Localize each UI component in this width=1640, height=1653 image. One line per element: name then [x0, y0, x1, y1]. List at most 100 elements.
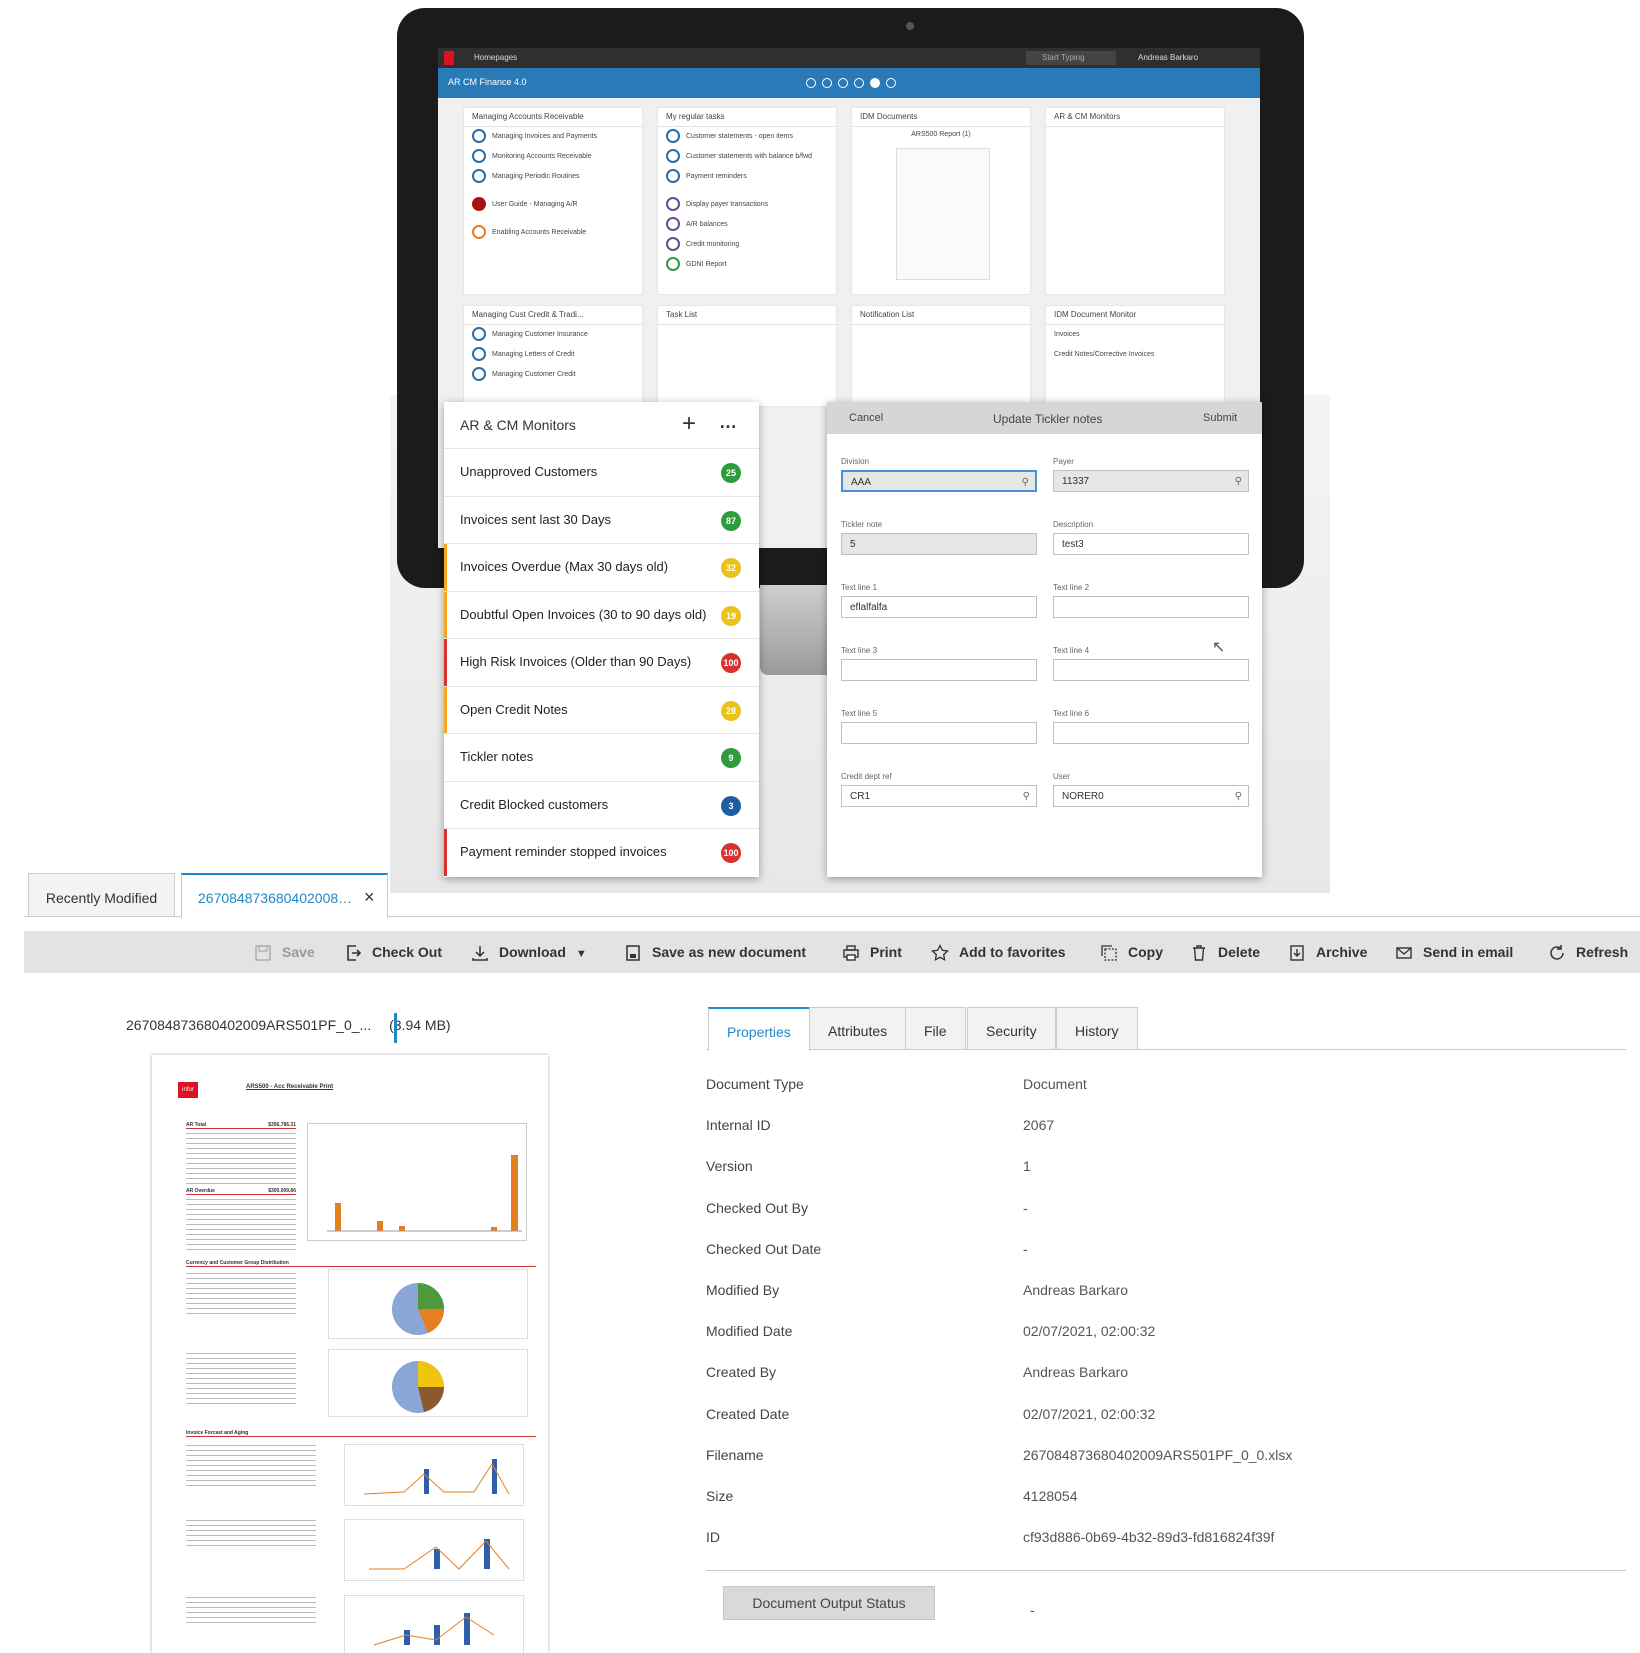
monitor-row[interactable]: High Risk Invoices (Older than 90 Days) 1… [444, 638, 759, 686]
page-dot[interactable] [854, 78, 864, 88]
count-badge: 3 [721, 795, 741, 816]
widget-link[interactable]: User Guide - Managing A/R [464, 195, 642, 215]
page-dot[interactable] [838, 78, 848, 88]
widget-link[interactable]: Customer statements with balance b/fwd [658, 147, 836, 167]
page-dot[interactable] [886, 78, 896, 88]
tab-properties[interactable]: Properties [708, 1007, 810, 1051]
tickler-note-field[interactable]: 5 [841, 533, 1037, 555]
count-badge: 9 [721, 748, 741, 768]
property-key: Checked Out Date [706, 1240, 822, 1257]
check-out-icon [347, 945, 362, 962]
description-field[interactable]: test3 [1053, 533, 1249, 555]
close-icon[interactable]: × [364, 887, 375, 908]
cancel-button[interactable]: Cancel [849, 412, 883, 424]
widget-link[interactable]: Credit Notes/Corrective Invoices [1046, 345, 1224, 365]
text-line-3-label: Text line 3 [841, 646, 878, 655]
monitor-label: Unapproved Customers [460, 464, 598, 479]
archive-button[interactable]: Archive [1288, 931, 1367, 973]
text-line-5-field[interactable] [841, 722, 1037, 744]
widget-link[interactable]: Monitoring Accounts Receivable [464, 147, 642, 167]
user-field[interactable]: NORER0 ⚲ [1053, 785, 1249, 807]
copy-button[interactable]: Copy [1100, 931, 1163, 973]
widget-link[interactable]: Payment reminders [658, 167, 836, 187]
check-out-button[interactable]: Check Out [344, 931, 442, 973]
page-dot[interactable] [806, 78, 816, 88]
tab-security[interactable]: Security [967, 1007, 1056, 1049]
payer-field[interactable]: 11337 ⚲ [1053, 470, 1249, 492]
property-value: 267084873680402009ARS501PF_0_0.xlsx [1023, 1446, 1293, 1463]
widget-link[interactable]: GDNI Report [658, 255, 836, 275]
text-line-1-field[interactable]: eflalfalfa [841, 596, 1037, 618]
status-bar [444, 829, 447, 876]
monitor-row[interactable]: Doubtful Open Invoices (30 to 90 days ol… [444, 590, 759, 639]
text-line-6-field[interactable] [1053, 722, 1249, 744]
widget-notification-list: Notification List [852, 306, 1030, 406]
monitor-row[interactable]: Invoices Overdue (Max 30 days old) 32 [444, 543, 759, 591]
property-key: Document Type [706, 1076, 804, 1092]
property-value: - [1023, 1240, 1028, 1257]
page-dot-active[interactable] [870, 78, 880, 88]
widget-link[interactable]: A/R balances [658, 215, 836, 235]
document-preview[interactable]: infor ARS500 - Acc Receivable Print AR T… [152, 1055, 548, 1653]
property-key: Version [706, 1158, 753, 1175]
add-to-favorites-button[interactable]: Add to favorites [931, 931, 1066, 973]
text-line-3-field[interactable] [841, 659, 1037, 681]
download-button[interactable]: Download ▼ [471, 931, 587, 973]
widget-link[interactable]: Managing Periodic Routines [464, 167, 642, 187]
widget-cust-credit: Managing Cust Credit & Tradi... Managing… [464, 306, 642, 406]
widget-link[interactable]: Customer statements - open items [658, 127, 836, 147]
print-button[interactable]: Print [842, 931, 902, 973]
document-output-status-button[interactable]: Document Output Status [723, 1586, 935, 1620]
widget-regular-tasks: My regular tasks Customer statements - o… [658, 108, 836, 294]
tab-recently-modified[interactable]: Recently Modified [28, 873, 175, 916]
idm-report-name[interactable]: ARS500 Report (1) [852, 127, 1030, 138]
property-tabs: Properties Attributes File Security Hist… [706, 1007, 1626, 1051]
idm-thumbnail[interactable] [896, 148, 990, 280]
widget-link[interactable]: Managing Customer Insurance [464, 325, 642, 345]
file-name-line: 267084873680402009ARS501PF_0_... (3.94 M… [126, 1017, 451, 1033]
tab-file[interactable]: File [905, 1007, 966, 1049]
send-in-email-button[interactable]: Send in email [1395, 931, 1513, 973]
lookup-icon[interactable]: ⚲ [1235, 471, 1242, 493]
workspace-title[interactable]: AR CM Finance 4.0 [448, 77, 527, 87]
text-line-4-field[interactable] [1053, 659, 1249, 681]
widget-link[interactable]: Enabling Accounts Receivable [464, 223, 642, 243]
widget-ar-cm-monitors-small: AR & CM Monitors [1046, 108, 1224, 294]
save-button[interactable]: Save [254, 931, 315, 973]
delete-button[interactable]: Delete [1190, 931, 1260, 973]
widget-link[interactable]: Managing Letters of Credit [464, 345, 642, 365]
document-tabs: Recently Modified 267084873680402008… × [24, 873, 1640, 918]
chevron-down-icon[interactable]: ▼ [576, 948, 587, 960]
monitor-row[interactable]: Credit Blocked customers 3 [444, 780, 759, 829]
widget-link[interactable]: Managing Customer Credit [464, 365, 642, 385]
widget-link[interactable]: Display payer transactions [658, 195, 836, 215]
lookup-icon[interactable]: ⚲ [1022, 472, 1029, 494]
monitor-row[interactable]: Open Credit Notes 28 [444, 685, 759, 734]
submit-button[interactable]: Submit [1203, 412, 1237, 424]
save-as-new-document-button[interactable]: Save as new document [624, 931, 806, 973]
text-line-1-label: Text line 1 [841, 583, 878, 592]
monitor-row[interactable]: Payment reminder stopped invoices 100 [444, 828, 759, 876]
tab-current-document[interactable]: 267084873680402008… × [181, 873, 388, 918]
monitor-row[interactable]: Tickler notes 9 [444, 733, 759, 781]
widget-link[interactable]: Managing Invoices and Payments [464, 127, 642, 147]
tab-history[interactable]: History [1056, 1007, 1138, 1049]
lookup-icon[interactable]: ⚲ [1023, 786, 1030, 808]
monitor-row[interactable]: Unapproved Customers 25 [444, 448, 759, 496]
text-line-2-field[interactable] [1053, 596, 1249, 618]
tab-attributes[interactable]: Attributes [809, 1007, 907, 1049]
document-toolbar: Save Check Out Download ▼ Save as new doc… [24, 931, 1640, 973]
refresh-button[interactable]: Refresh [1548, 931, 1628, 973]
widget-link[interactable]: Invoices [1046, 325, 1224, 345]
monitor-row[interactable]: Invoices sent last 30 Days 87 [444, 495, 759, 544]
widget-title: Managing Accounts Receivable [464, 108, 642, 127]
widget-link[interactable]: Credit monitoring [658, 235, 836, 255]
mouse-cursor-icon: ↖ [1212, 639, 1226, 656]
division-field[interactable]: AAA ⚲ [841, 470, 1037, 492]
preview-pie-chart [328, 1269, 528, 1339]
topbar-user[interactable]: Andreas Barkaro [1138, 53, 1198, 62]
count-badge: 28 [721, 700, 741, 721]
credit-dept-field[interactable]: CR1 ⚲ [841, 785, 1037, 807]
lookup-icon[interactable]: ⚲ [1235, 786, 1242, 808]
page-dot[interactable] [822, 78, 832, 88]
